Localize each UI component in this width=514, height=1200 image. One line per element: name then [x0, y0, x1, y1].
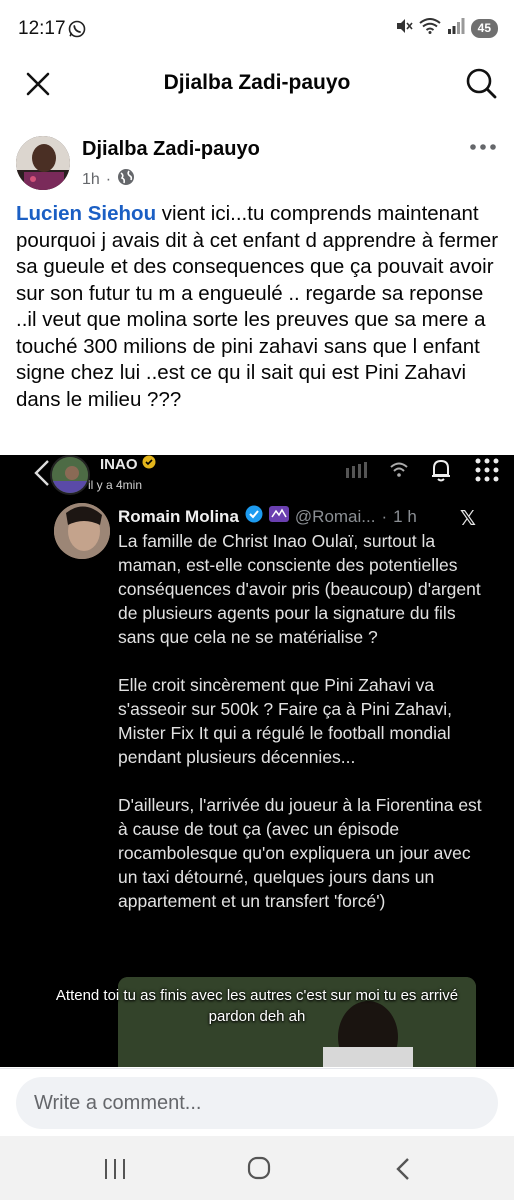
tweet-time: 1 h: [393, 506, 417, 526]
home-icon: [247, 1156, 271, 1180]
more-icon: [474, 457, 500, 488]
comment-input[interactable]: Write a comment...: [16, 1077, 498, 1129]
page-title: Djialba Zadi-pauyo: [163, 71, 351, 94]
battery-indicator: 45: [470, 19, 498, 38]
video-caption: Attend toi tu as finis avec les autres c…: [55, 987, 459, 1025]
post-meta: 1h ·: [82, 168, 135, 191]
post-header: Djialba Zadi-pauyo 1h ·: [0, 128, 514, 198]
wifi-icon: [390, 462, 408, 483]
mention-link[interactable]: Lucien Siehou: [16, 202, 156, 225]
tweet-body: La famille de Christ Inao Oulaï, surtout…: [118, 529, 488, 937]
x-logo-icon: 𝕏: [459, 506, 476, 530]
search-button[interactable]: [464, 66, 498, 100]
author-name[interactable]: Djialba Zadi-pauyo: [82, 138, 260, 161]
search-icon: [466, 68, 497, 99]
dot-separator: ·: [105, 170, 112, 188]
verified-icon: [245, 505, 263, 528]
tweet-avatar: [54, 503, 110, 559]
tweet-author: Romain Molina: [118, 506, 239, 526]
tweet-paragraph: La famille de Christ Inao Oulaï, surtout…: [118, 531, 481, 647]
app-header: Djialba Zadi-pauyo: [0, 58, 514, 112]
post-time: 1h: [82, 170, 100, 188]
status-time: 12:17: [18, 18, 66, 39]
ig-story-header: INAO il y a 4min: [0, 455, 514, 495]
signal-dots-icon: [344, 462, 368, 483]
recents-button[interactable]: [103, 1158, 127, 1185]
signal-icon: [447, 18, 465, 39]
post-image[interactable]: INAO il y a 4min Romain Molina @Romai...…: [0, 455, 514, 1067]
system-nav-bar: [0, 1136, 514, 1200]
ig-avatar: [50, 455, 90, 495]
recents-icon: [105, 1159, 125, 1179]
ig-username: INAO: [100, 455, 156, 473]
bell-icon: [430, 457, 452, 488]
more-options-button[interactable]: [468, 140, 498, 154]
tweet-header: Romain Molina @Romai... · 1 h: [118, 505, 417, 528]
affiliate-badge-icon: [268, 506, 289, 527]
home-button[interactable]: [247, 1156, 271, 1185]
back-icon: [396, 1158, 409, 1180]
avatar[interactable]: [16, 136, 70, 190]
wifi-icon: [419, 18, 441, 39]
more-icon: [470, 144, 496, 150]
post-body: vient ici...tu comprends maintenant pour…: [16, 202, 499, 411]
mute-icon: [395, 18, 413, 39]
ig-time: il y a 4min: [88, 478, 143, 492]
status-icons: 45: [395, 18, 498, 39]
status-bar: 12:17 45: [0, 0, 514, 58]
back-button[interactable]: [393, 1157, 413, 1186]
tweet-paragraph: D'ailleurs, l'arrivée du joueur à la Fio…: [118, 795, 482, 911]
tweet-separator: ·: [381, 506, 388, 526]
post-text: Lucien Siehou vient ici...tu comprends m…: [16, 201, 504, 413]
globe-icon: [117, 168, 135, 191]
whatsapp-icon: [68, 20, 86, 43]
ig-icons: [344, 457, 500, 488]
tweet-handle: @Romai...: [294, 506, 376, 526]
tweet-paragraph: Elle croit sincèrement que Pini Zahavi v…: [118, 675, 453, 767]
comment-bar: Write a comment...: [0, 1068, 514, 1136]
gold-badge-icon: [142, 455, 156, 473]
